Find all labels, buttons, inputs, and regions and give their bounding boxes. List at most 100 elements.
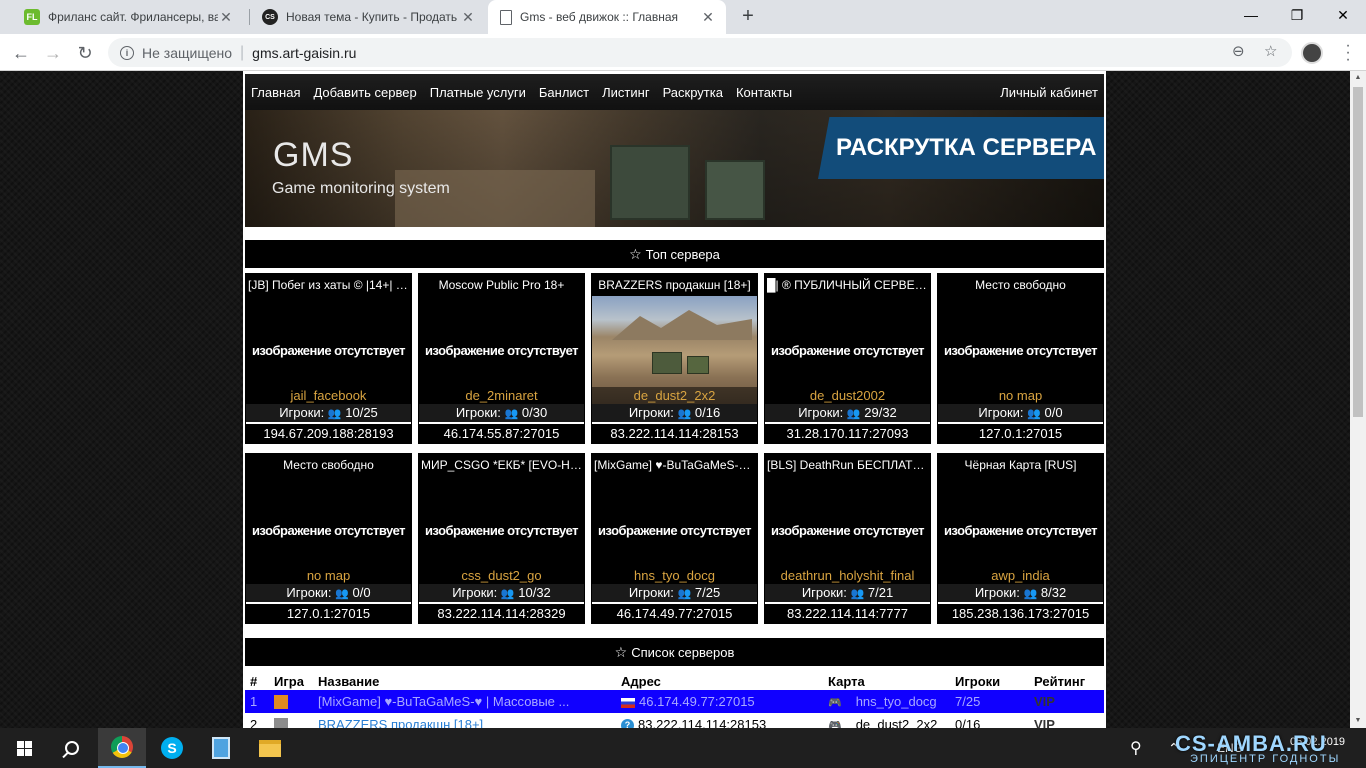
map-name: deathrun_holyshit_final xyxy=(765,567,930,584)
zoom-icon[interactable]: ⊖ xyxy=(1232,42,1245,60)
profile-avatar[interactable] xyxy=(1301,42,1323,64)
server-name[interactable]: █| ® ПУБЛИЧНЫЙ СЕРВЕР™... xyxy=(765,274,930,296)
map-preview[interactable]: изображение отсутствует css_dust2_go xyxy=(419,476,584,584)
server-address[interactable]: 83.222.114.114:28153 xyxy=(592,422,757,442)
nav-item-promotion[interactable]: Раскрутка xyxy=(663,85,723,100)
map-preview[interactable]: изображение отсутствует jail_facebook xyxy=(246,296,411,404)
map-preview-crate xyxy=(687,356,709,374)
map-preview[interactable]: изображение отсутствует de_dust2002 xyxy=(765,296,930,404)
map-preview[interactable]: de_dust2_2x2 xyxy=(592,296,757,404)
forward-arrow-icon[interactable]: → xyxy=(40,40,66,66)
nav-item-home[interactable]: Главная xyxy=(251,85,300,100)
window-close-icon[interactable]: ✕ xyxy=(1320,0,1366,30)
server-address[interactable]: 46.174.49.77:27015 xyxy=(592,602,757,622)
map-preview[interactable]: изображение отсутствует hns_tyo_docg xyxy=(592,476,757,584)
server-card[interactable]: █| ® ПУБЛИЧНЫЙ СЕРВЕР™... изображение отс… xyxy=(764,273,931,444)
server-name[interactable]: Место свободно xyxy=(938,274,1103,296)
server-address[interactable]: 127.0.1:27015 xyxy=(246,602,411,622)
server-card[interactable]: Место свободно изображение отсутствует no … xyxy=(937,273,1104,444)
scroll-up-icon[interactable]: ▲ xyxy=(1350,71,1366,85)
map-preview[interactable]: изображение отсутствует no map xyxy=(938,296,1103,404)
server-name[interactable]: Чёрная Карта [RUS] xyxy=(938,454,1103,476)
map-preview[interactable]: изображение отсутствует deathrun_holyshit… xyxy=(765,476,930,584)
server-name[interactable]: Moscow Public Pro 18+ xyxy=(419,274,584,296)
map-preview[interactable]: изображение отсутствует no map xyxy=(246,476,411,584)
server-card[interactable]: [MixGame] ♥-BuTaGaMeS-♥ | ... изображение… xyxy=(591,453,758,624)
taskbar-skype[interactable]: S xyxy=(148,728,196,768)
reload-icon[interactable]: ↻ xyxy=(72,40,98,66)
skype-icon: S xyxy=(161,737,183,759)
nav-item-contacts[interactable]: Контакты xyxy=(736,85,792,100)
bookmark-star-icon[interactable]: ☆ xyxy=(1264,42,1277,60)
server-address[interactable]: 127.0.1:27015 xyxy=(938,422,1103,442)
players-label: Игроки: xyxy=(628,585,674,600)
nav-item-cabinet[interactable]: Личный кабинет xyxy=(1000,85,1098,100)
server-name[interactable]: BRAZZERS продакшн [18+] xyxy=(592,274,757,296)
map-preview[interactable]: изображение отсутствует de_2minaret xyxy=(419,296,584,404)
taskbar-explorer[interactable] xyxy=(246,728,294,768)
nav-item-banlist[interactable]: Банлист xyxy=(539,85,589,100)
close-icon[interactable]: ✕ xyxy=(218,9,234,26)
info-icon[interactable]: i xyxy=(120,45,134,60)
players-count: 7/21 xyxy=(867,585,894,600)
taskbar-notepad[interactable] xyxy=(197,728,245,768)
server-card[interactable]: МИР_CSGO *ЕКБ* [EVO-HOST...изображение о… xyxy=(418,453,585,624)
url-text[interactable]: gms.art-gaisin.ru xyxy=(252,45,356,61)
address-bar[interactable]: i Не защищено | gms.art-gaisin.ru xyxy=(108,38,1292,67)
back-arrow-icon[interactable]: ← xyxy=(8,40,34,66)
server-address[interactable]: 83.222.114.114:28329 xyxy=(419,602,584,622)
server-name[interactable]: [JB] Побег из хаты © |14+| FR... xyxy=(246,274,411,296)
server-address[interactable]: 185.238.136.173:27015 xyxy=(938,602,1103,622)
new-tab-plus-icon[interactable]: + xyxy=(737,5,759,27)
server-card[interactable]: [JB] Побег из хаты © |14+| FR... изображе… xyxy=(245,273,412,444)
players-count: 10/32 xyxy=(518,585,551,600)
server-card[interactable]: [BLS] DeathRun БЕСПЛАТНАЯ... изображение … xyxy=(764,453,931,624)
scroll-down-icon[interactable]: ▼ xyxy=(1350,714,1366,728)
players-row: Игроки: 👥 8/32 xyxy=(938,584,1103,602)
people-icon[interactable]: ⚲ xyxy=(1130,728,1142,768)
document-favicon-icon xyxy=(500,9,512,25)
maximize-icon[interactable]: ❐ xyxy=(1274,0,1320,30)
page-scrollbar[interactable]: ▲ ▼ xyxy=(1350,71,1366,728)
promo-banner[interactable]: РАСКРУТКА СЕРВЕРА xyxy=(818,117,1104,179)
server-link[interactable]: BRAZZERS продакшн [18+] xyxy=(318,717,483,728)
nav-item-listing[interactable]: Листинг xyxy=(602,85,649,100)
server-address[interactable]: 83.222.114.114:7777 xyxy=(765,602,930,622)
server-name[interactable]: МИР_CSGO *ЕКБ* [EVO-HOST... xyxy=(419,454,584,476)
server-card[interactable]: Место свободно изображение отсутствует no … xyxy=(245,453,412,624)
table-row[interactable]: 2 BRAZZERS продакшн [18+]? 83.222.114.114:… xyxy=(245,713,1104,728)
players-row: Игроки: 👥 7/25 xyxy=(592,584,757,602)
minimize-icon[interactable]: — xyxy=(1228,0,1274,30)
map-preview-mountain xyxy=(612,310,752,340)
server-address[interactable]: 83.222.114.114:28153 xyxy=(638,717,766,728)
nav-item-paid-services[interactable]: Платные услуги xyxy=(430,85,526,100)
server-card[interactable]: BRAZZERS продакшн [18+] de_dust2_2x2 Игрок… xyxy=(591,273,758,444)
close-icon[interactable]: ✕ xyxy=(700,9,716,26)
server-card[interactable]: Чёрная Карта [RUS] изображение отсутствуе… xyxy=(937,453,1104,624)
taskbar-chrome[interactable] xyxy=(98,728,146,768)
browser-tab-bar: FL Фриланс сайт. Фрилансеры, ва ✕ CS Нов… xyxy=(0,0,1366,34)
menu-dots-icon[interactable]: · · · xyxy=(1344,38,1352,68)
col-map: Карта xyxy=(828,673,865,689)
server-address[interactable]: 46.174.55.87:27015 xyxy=(419,422,584,442)
row-game xyxy=(269,713,313,728)
tab-new-topic[interactable]: CS Новая тема - Купить - Продать ✕ xyxy=(250,0,486,34)
map-preview[interactable]: изображение отсутствует awp_india xyxy=(938,476,1103,584)
server-name[interactable]: [MixGame] ♥-BuTaGaMeS-♥ | ... xyxy=(592,454,757,476)
server-card[interactable]: Moscow Public Pro 18+ изображение отсутст… xyxy=(418,273,585,444)
taskbar-search[interactable] xyxy=(48,728,96,768)
close-icon[interactable]: ✕ xyxy=(460,9,476,26)
server-name[interactable]: [BLS] DeathRun БЕСПЛАТНАЯ... xyxy=(765,454,930,476)
tab-gms[interactable]: Gms - веб движок :: Главная ✕ xyxy=(488,0,726,34)
table-row[interactable]: 1 [MixGame] ♥-BuTaGaMeS-♥ | Массовые ... 4… xyxy=(245,690,1104,713)
server-address[interactable]: 46.174.49.77:27015 xyxy=(639,694,755,709)
tab-freelance[interactable]: FL Фриланс сайт. Фрилансеры, ва ✕ xyxy=(12,0,244,34)
start-button[interactable] xyxy=(0,728,48,768)
nav-item-add-server[interactable]: Добавить сервер xyxy=(313,85,416,100)
server-link[interactable]: [MixGame] ♥-BuTaGaMeS-♥ | Массовые ... xyxy=(318,694,569,709)
scrollbar-thumb[interactable] xyxy=(1353,87,1363,417)
server-address[interactable]: 31.28.170.117:27093 xyxy=(765,422,930,442)
server-address[interactable]: 194.67.209.188:28193 xyxy=(246,422,411,442)
server-name[interactable]: Место свободно xyxy=(246,454,411,476)
players-label: Игроки: xyxy=(455,405,501,420)
